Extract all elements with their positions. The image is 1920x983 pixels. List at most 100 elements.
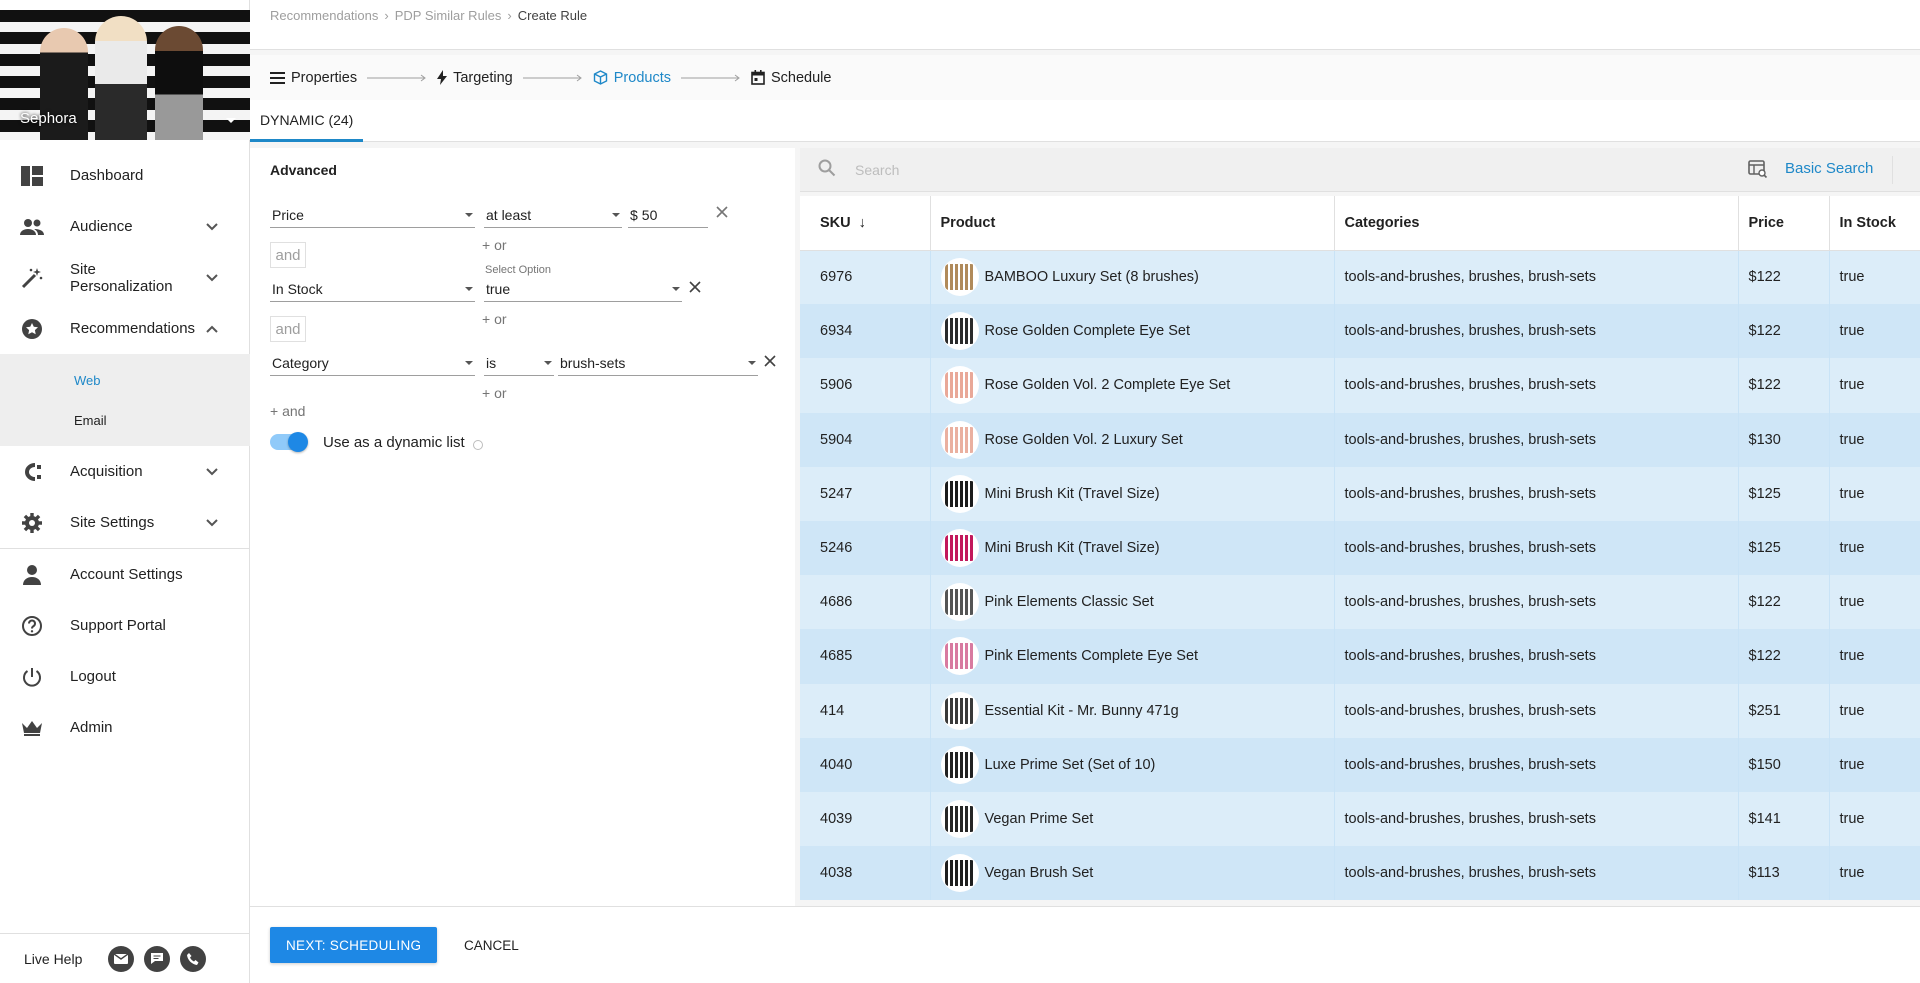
phone-icon[interactable] bbox=[180, 945, 207, 972]
table-row[interactable]: 4039 Vegan Prime Set tools-and-brushes, br… bbox=[800, 791, 1920, 847]
cell-sku: 4685 bbox=[800, 629, 931, 684]
table-row[interactable]: 4040 Luxe Prime Set (Set of 10) tools-and-… bbox=[800, 737, 1920, 792]
nav-item-label: Logout bbox=[70, 668, 116, 685]
cell-price: $130 bbox=[1738, 412, 1830, 467]
table-row[interactable]: 5246 Mini Brush Kit (Travel Size) tools-an… bbox=[800, 520, 1920, 576]
chevron-right-icon: › bbox=[507, 8, 512, 23]
breadcrumb-link[interactable]: PDP Similar Rules bbox=[395, 8, 502, 23]
rule1-operator-select[interactable]: at least bbox=[484, 198, 622, 228]
nav-subitem-web[interactable]: Web bbox=[0, 360, 250, 400]
column-header-product[interactable]: Product bbox=[930, 196, 1335, 251]
basic-search-link[interactable]: Basic Search bbox=[1785, 160, 1873, 177]
rule3-operator-select[interactable]: is bbox=[484, 346, 554, 376]
brand-switcher[interactable]: Sephora bbox=[0, 10, 250, 140]
product-name: Vegan Brush Set bbox=[984, 865, 1094, 882]
step-arrow-icon bbox=[522, 74, 583, 82]
cell-price: $122 bbox=[1738, 304, 1830, 359]
dynamic-list-toggle[interactable] bbox=[270, 432, 308, 452]
nav-item-audience[interactable]: Audience bbox=[0, 201, 250, 252]
search-input[interactable] bbox=[855, 158, 1675, 182]
remove-rule2-close-icon[interactable] bbox=[686, 278, 704, 296]
step-schedule[interactable]: Schedule bbox=[751, 70, 831, 86]
cell-categories: tools-and-brushes, brushes, brush-sets bbox=[1334, 737, 1739, 792]
chat-icon[interactable] bbox=[144, 945, 171, 972]
product-thumbnail bbox=[940, 691, 979, 730]
and-connector: and bbox=[270, 316, 306, 342]
select-value: In Stock bbox=[272, 281, 323, 297]
rule3-field-select[interactable]: Category bbox=[270, 346, 475, 376]
nav-item-logout[interactable]: Logout bbox=[0, 651, 250, 702]
next-scheduling-button[interactable]: NEXT: SCHEDULING bbox=[270, 927, 438, 963]
tab-dynamic[interactable]: DYNAMIC (24) bbox=[250, 100, 364, 142]
breadcrumb-link[interactable]: Recommendations bbox=[270, 8, 378, 23]
step-targeting[interactable]: Targeting bbox=[437, 70, 513, 86]
footer-actions: NEXT: SCHEDULING CANCEL bbox=[250, 906, 1920, 983]
column-header-price[interactable]: Price bbox=[1738, 196, 1830, 251]
table-header-row: SKU ↓ Product Categories Price In Stock bbox=[800, 196, 1920, 251]
table-row[interactable]: 4686 Pink Elements Classic Set tools-and-b… bbox=[800, 575, 1920, 630]
table-row[interactable]: 414 Essential Kit - Mr. Bunny 471g tools-a… bbox=[800, 683, 1920, 738]
rule3-add-or-link[interactable]: + or bbox=[482, 385, 507, 401]
product-cell-content: Mini Brush Kit (Travel Size) bbox=[940, 529, 1324, 568]
info-icon[interactable] bbox=[473, 440, 483, 450]
nav-item-support-portal[interactable]: Support Portal bbox=[0, 600, 250, 651]
table-row[interactable]: 5904 Rose Golden Vol. 2 Luxury Set tools-a… bbox=[800, 412, 1920, 467]
nav-item-label: Support Portal bbox=[70, 617, 166, 634]
cell-in-stock: true bbox=[1829, 466, 1920, 521]
rule3-category-select[interactable]: brush-sets bbox=[558, 346, 758, 376]
breadcrumb: Recommendations › PDP Similar Rules › Cr… bbox=[270, 8, 587, 23]
table-row[interactable]: 4685 Pink Elements Complete Eye Set tools-… bbox=[800, 629, 1920, 684]
nav-item-dashboard[interactable]: Dashboard bbox=[0, 150, 250, 201]
person-icon bbox=[20, 563, 44, 587]
rule1-price-input[interactable]: $ 50 bbox=[628, 198, 708, 228]
product-thumbnail bbox=[940, 583, 979, 622]
product-thumbnail bbox=[940, 312, 979, 351]
product-cell-content: BAMBOO Luxury Set (8 brushes) bbox=[940, 258, 1324, 297]
rule1-field-select[interactable]: Price bbox=[270, 198, 475, 228]
column-header-sku[interactable]: SKU ↓ bbox=[800, 196, 931, 251]
nav-item-acquisition[interactable]: Acquisition bbox=[0, 446, 250, 497]
column-header-in-stock[interactable]: In Stock bbox=[1829, 196, 1920, 251]
nav-subitem-email[interactable]: Email bbox=[0, 400, 250, 440]
email-icon[interactable] bbox=[108, 945, 135, 972]
cell-in-stock: true bbox=[1829, 250, 1920, 305]
nav-item-site-settings[interactable]: Site Settings bbox=[0, 497, 250, 548]
remove-rule3-close-icon[interactable] bbox=[761, 352, 779, 370]
rule2-value-select[interactable]: true bbox=[484, 272, 682, 302]
cancel-button[interactable]: CANCEL bbox=[454, 927, 529, 963]
tab-bar: DYNAMIC (24) bbox=[250, 100, 1920, 142]
cell-price: $122 bbox=[1738, 250, 1830, 305]
chevron-up-icon bbox=[202, 325, 222, 333]
product-name: Mini Brush Kit (Travel Size) bbox=[984, 540, 1160, 557]
rule2-field-select[interactable]: In Stock bbox=[270, 272, 475, 302]
divider bbox=[1892, 156, 1893, 184]
rule1-add-or-link[interactable]: + or bbox=[482, 237, 507, 253]
nav-item-site-personalization[interactable]: Site Personalization bbox=[0, 252, 250, 303]
add-and-link[interactable]: + and bbox=[270, 403, 305, 419]
nav-item-admin[interactable]: Admin bbox=[0, 702, 250, 753]
table-row[interactable]: 6976 BAMBOO Luxury Set (8 brushes) tools-a… bbox=[800, 250, 1920, 305]
sort-arrow-down-icon: ↓ bbox=[858, 214, 866, 231]
rule2-add-or-link[interactable]: + or bbox=[482, 311, 507, 327]
select-value: true bbox=[486, 281, 511, 297]
nav-item-account-settings[interactable]: Account Settings bbox=[0, 549, 250, 600]
table-row[interactable]: 6934 Rose Golden Complete Eye Set tools-an… bbox=[800, 304, 1920, 359]
nav-item-label: Acquisition bbox=[70, 463, 143, 480]
cell-sku: 4039 bbox=[800, 791, 931, 847]
table-row[interactable]: 5906 Rose Golden Vol. 2 Complete Eye Set t… bbox=[800, 358, 1920, 413]
sidebar: Sephora Dashboard Audience Site Personal… bbox=[0, 0, 250, 983]
product-thumbnail-image bbox=[944, 318, 975, 345]
step-products[interactable]: Products bbox=[593, 70, 671, 86]
live-help-label: Live Help bbox=[24, 950, 83, 967]
product-name: Mini Brush Kit (Travel Size) bbox=[984, 485, 1160, 502]
nav-item-recommendations[interactable]: Recommendations bbox=[0, 303, 250, 354]
step-properties[interactable]: Properties bbox=[270, 70, 357, 86]
column-header-categories[interactable]: Categories bbox=[1334, 196, 1739, 251]
table-row[interactable]: 4038 Vegan Brush Set tools-and-brushes, br… bbox=[800, 846, 1920, 901]
step-arrow-icon bbox=[367, 74, 427, 82]
product-cell-content: Rose Golden Complete Eye Set bbox=[940, 312, 1324, 351]
remove-rule1-close-icon[interactable] bbox=[713, 203, 731, 221]
product-cell-content: Vegan Brush Set bbox=[940, 854, 1324, 893]
bolt-icon bbox=[437, 70, 448, 85]
table-row[interactable]: 5247 Mini Brush Kit (Travel Size) tools-an… bbox=[800, 466, 1920, 521]
